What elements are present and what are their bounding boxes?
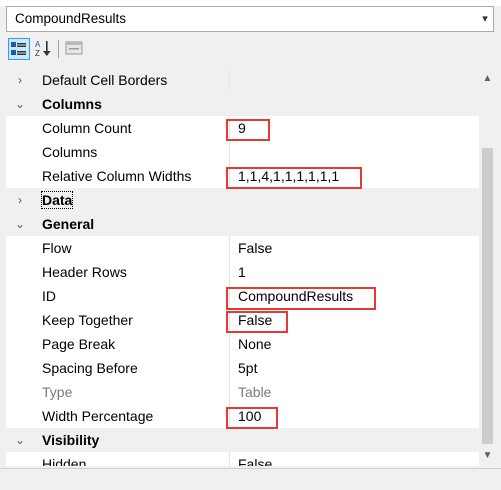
property-row-relative-column-widths[interactable]: Relative Column Widths 1,1,4,1,1,1,1,1,1 <box>6 164 479 188</box>
chevron-down-icon[interactable]: ▾ <box>479 9 491 29</box>
scrollbar-thumb[interactable] <box>482 148 493 444</box>
property-value[interactable]: None <box>230 332 479 356</box>
row-margin <box>6 236 36 260</box>
category-default-cell-borders[interactable]: › Default Cell Borders <box>6 68 479 92</box>
category-general[interactable]: ⌄ General <box>6 212 479 236</box>
property-name: Default Cell Borders <box>42 72 168 88</box>
property-name: Page Break <box>42 336 116 352</box>
sort-az-icon: A Z <box>35 40 51 58</box>
property-row-hidden[interactable]: Hidden False <box>6 452 479 466</box>
property-name: Relative Column Widths <box>42 168 192 184</box>
property-pages-button[interactable] <box>64 38 86 60</box>
property-row-keep-together[interactable]: Keep Together False <box>6 308 479 332</box>
property-value[interactable]: False <box>230 308 479 332</box>
property-row-page-break[interactable]: Page Break None <box>6 332 479 356</box>
object-selector-value: CompoundResults <box>15 11 127 26</box>
category-data[interactable]: › Data <box>6 188 479 212</box>
row-margin <box>6 452 36 466</box>
svg-text:Z: Z <box>35 49 40 58</box>
row-margin <box>6 380 36 404</box>
property-name: Spacing Before <box>42 360 138 376</box>
property-row-type[interactable]: Type Table <box>6 380 479 404</box>
property-row-id[interactable]: ID CompoundResults <box>6 284 479 308</box>
row-margin <box>6 116 36 140</box>
property-grid: › Default Cell Borders ⌄ Columns Column … <box>6 68 479 466</box>
property-row-column-count[interactable]: Column Count 9 <box>6 116 479 140</box>
property-value[interactable]: 9 <box>230 116 479 140</box>
property-row-width-percentage[interactable]: Width Percentage 100 <box>6 404 479 428</box>
property-value[interactable] <box>230 140 479 164</box>
chevron-down-icon[interactable]: ⌄ <box>13 95 27 113</box>
property-name: Column Count <box>42 120 132 136</box>
property-name: Flow <box>42 240 72 256</box>
chevron-down-icon[interactable]: ⌄ <box>13 431 27 449</box>
property-name: Columns <box>42 144 98 160</box>
category-label: General <box>42 216 95 232</box>
property-value[interactable]: 1,1,4,1,1,1,1,1,1 <box>230 164 479 188</box>
toolbar-separator <box>58 40 59 58</box>
property-name: Keep Together <box>42 312 133 328</box>
property-value[interactable]: CompoundResults <box>230 284 479 308</box>
property-value: Table <box>238 384 272 400</box>
chevron-right-icon[interactable]: › <box>13 191 27 209</box>
category-columns[interactable]: ⌄ Columns <box>6 92 479 116</box>
row-margin <box>6 164 36 188</box>
property-name: Header Rows <box>42 264 127 280</box>
alphabetical-button[interactable]: A Z <box>33 38 55 60</box>
row-margin <box>6 332 36 356</box>
category-label: Visibility <box>42 432 100 448</box>
row-margin <box>6 260 36 284</box>
property-value[interactable] <box>230 68 479 92</box>
row-margin <box>6 308 36 332</box>
category-visibility[interactable]: ⌄ Visibility <box>6 428 479 452</box>
property-value[interactable]: 100 <box>230 404 479 428</box>
categorized-button[interactable] <box>8 38 30 60</box>
property-name: Hidden <box>42 456 87 466</box>
property-row-header-rows[interactable]: Header Rows 1 <box>6 260 479 284</box>
property-row-flow[interactable]: Flow False <box>6 236 479 260</box>
property-value[interactable]: 5pt <box>230 356 479 380</box>
property-row-columns[interactable]: Columns <box>6 140 479 164</box>
property-toolbar: A Z <box>6 36 494 64</box>
property-value[interactable]: False <box>230 452 479 466</box>
category-label-wrap: Data <box>36 188 229 212</box>
property-pages-icon <box>65 41 83 55</box>
property-value[interactable]: 1 <box>230 260 479 284</box>
row-margin <box>6 140 36 164</box>
property-name: ID <box>42 288 56 304</box>
chevron-right-icon[interactable]: › <box>13 71 27 89</box>
property-row-spacing-before[interactable]: Spacing Before 5pt <box>6 356 479 380</box>
object-selector-dropdown[interactable]: CompoundResults ▾ <box>6 6 494 32</box>
row-margin <box>6 284 36 308</box>
grid-bottom-border <box>0 468 501 469</box>
chevron-down-icon[interactable]: ⌄ <box>13 215 27 233</box>
categorized-icon <box>11 42 26 55</box>
property-value[interactable]: False <box>230 236 479 260</box>
scroll-up-arrow-icon[interactable]: ▲ <box>479 70 496 87</box>
property-name: Type <box>42 384 73 400</box>
row-margin <box>6 356 36 380</box>
category-label: Columns <box>42 96 102 112</box>
category-label: Data <box>40 191 74 209</box>
property-name: Width Percentage <box>42 408 154 424</box>
scroll-down-arrow-icon[interactable]: ▼ <box>479 447 496 464</box>
row-margin <box>6 404 36 428</box>
vertical-scrollbar[interactable]: ▲ ▼ <box>479 68 496 466</box>
svg-text:A: A <box>35 40 41 49</box>
